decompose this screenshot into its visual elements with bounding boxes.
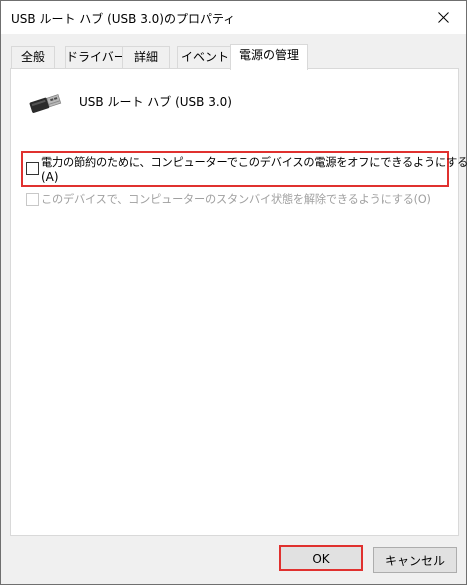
tab-driver[interactable]: ドライバー	[65, 46, 126, 68]
allow-power-off-option: 電力の節約のために、コンピューターでこのデバイスの電源をオフにできるようにする …	[21, 151, 467, 187]
window-title: USB ルート ハブ (USB 3.0)のプロパティ	[11, 12, 236, 26]
usb-plug-icon	[29, 94, 62, 113]
tab-events[interactable]: イベント	[177, 46, 233, 68]
properties-dialog: USB ルート ハブ (USB 3.0)のプロパティ 全般 ドライバー 詳細 イ…	[0, 0, 467, 585]
ok-button[interactable]: OK	[279, 545, 363, 571]
tab-general[interactable]: 全般	[11, 46, 55, 68]
allow-wake-label: このデバイスで、コンピューターのスタンバイ状態を解除できるようにする(O)	[41, 193, 431, 206]
tab-power-management[interactable]: 電源の管理	[230, 44, 308, 70]
allow-power-off-label-line1: 電力の節約のために、コンピューターでこのデバイスの電源をオフにできるようにする	[41, 156, 467, 169]
allow-wake-option: このデバイスで、コンピューターのスタンバイ状態を解除できるようにする(O)	[23, 190, 451, 210]
tab-panel-power-management: USB ルート ハブ (USB 3.0) 電力の節約のために、コンピューターでこ…	[10, 68, 467, 536]
tab-details[interactable]: 詳細	[122, 46, 170, 68]
cancel-button[interactable]: キャンセル	[373, 547, 457, 573]
allow-wake-checkbox[interactable]	[26, 193, 39, 206]
allow-power-off-label[interactable]: 電力の節約のために、コンピューターでこのデバイスの電源をオフにできるようにする …	[41, 155, 467, 185]
allow-power-off-label-line2: (A)	[41, 170, 59, 184]
close-icon	[437, 12, 449, 23]
close-button[interactable]	[420, 1, 466, 34]
allow-power-off-checkbox[interactable]	[26, 162, 39, 175]
title-bar: USB ルート ハブ (USB 3.0)のプロパティ	[1, 1, 466, 34]
device-name: USB ルート ハブ (USB 3.0)	[79, 95, 232, 109]
